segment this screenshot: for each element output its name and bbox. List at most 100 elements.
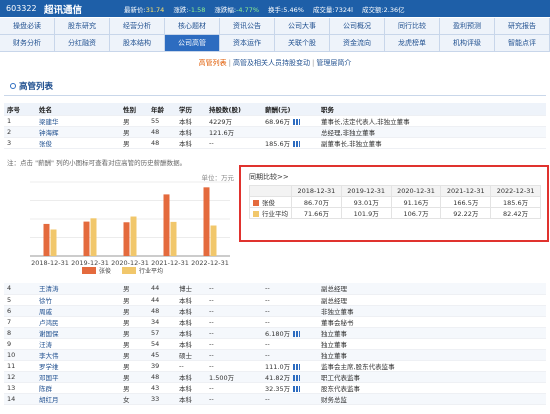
cell-text[interactable]: 胡红月	[39, 396, 59, 404]
bar-industry-avg[interactable]	[90, 218, 97, 256]
nav-tab[interactable]: 核心题材	[165, 18, 220, 35]
table-row: 1 梁建华 男 55 本科 4229万 68.96万 董事长,法定代表人,非独立董事	[4, 115, 546, 127]
cell-text: --	[265, 350, 270, 359]
table-cell: 卢鸿民	[36, 316, 120, 328]
stock-header: 603322 超讯通信 最新价:31.74 涨跌:-1.58 涨跌幅:-4.77% 换…	[0, 0, 550, 17]
cell-text: --	[209, 328, 214, 337]
popup-row: 行业平均 71.66万 101.9万 106.7万 92.22万 82.42万	[249, 207, 541, 219]
cell-text: 5	[7, 295, 12, 304]
salary-history-icon[interactable]	[293, 118, 301, 125]
sub-link[interactable]: 管理层简介	[316, 59, 351, 67]
cell-text[interactable]: 汪涛	[39, 341, 52, 349]
popup-row: 张俊 86.70万 93.01万 91.16万 166.5万 185.6万	[249, 196, 541, 208]
table-cell: 54	[148, 338, 176, 350]
cell-text[interactable]: 王清涛	[39, 285, 59, 293]
nav-tab[interactable]: 龙虎榜单	[385, 35, 440, 52]
table-cell: 7	[4, 316, 36, 328]
table-cell: 48	[148, 137, 176, 149]
quote-value: 31.74	[145, 5, 165, 14]
cell-text: 本科	[179, 373, 192, 382]
cell-text: 11	[7, 361, 16, 370]
table-cell: 男	[120, 283, 148, 295]
table-cell: 39	[148, 360, 176, 372]
quote-value: -1.58	[188, 5, 206, 14]
cell-text: 股东代表监事	[321, 384, 360, 393]
cell-text[interactable]: 邓国平	[39, 374, 59, 382]
cell-text[interactable]: 徐竹	[39, 297, 52, 305]
nav-tab[interactable]: 公司高管	[165, 35, 220, 52]
nav-tab[interactable]: 公司概况	[330, 18, 385, 35]
quote-value: 7324l	[334, 5, 353, 14]
cell-text[interactable]: 谢国保	[39, 330, 59, 338]
cell-text[interactable]: 张俊	[39, 140, 52, 148]
bar-person[interactable]	[203, 187, 210, 256]
table-cell: --	[176, 360, 206, 372]
salary-history-icon[interactable]	[293, 363, 301, 370]
popup-title[interactable]: 同期比较>>	[249, 172, 289, 182]
nav-tab[interactable]: 机构评级	[440, 35, 495, 52]
popup-value-cell: 71.66万	[291, 207, 342, 219]
table-cell: --	[206, 393, 262, 405]
sub-link[interactable]: 高管列表	[199, 59, 227, 67]
bar-industry-avg[interactable]	[130, 216, 137, 256]
nav-tab[interactable]: 研究报告	[495, 18, 550, 35]
bar-industry-avg[interactable]	[170, 221, 177, 256]
nav-tab[interactable]: 公司大事	[275, 18, 330, 35]
cell-text: 本科	[179, 307, 192, 316]
cell-text: --	[265, 394, 270, 403]
nav-tab[interactable]: 智能点评	[495, 35, 550, 52]
bar-person[interactable]	[123, 222, 130, 256]
table-cell: 本科	[176, 115, 206, 127]
nav-tab[interactable]: 盈利预测	[440, 18, 495, 35]
cell-text[interactable]: 罗学维	[39, 363, 59, 371]
table-cell: 121.6万	[206, 126, 262, 138]
nav-tab[interactable]: 操盘必读	[0, 18, 55, 35]
cell-text: 13	[7, 383, 16, 392]
cell-text: 副董事长,非独立董事	[321, 139, 382, 148]
nav-tab[interactable]: 同行比较	[385, 18, 440, 35]
cell-text: 硕士	[179, 351, 192, 360]
cell-text[interactable]: 梁建华	[39, 118, 59, 126]
nav-tab[interactable]: 股本结构	[110, 35, 165, 52]
nav-tab[interactable]: 资金流向	[330, 35, 385, 52]
table-cell: 本科	[176, 338, 206, 350]
table-cell: --	[206, 338, 262, 350]
salary-history-icon[interactable]	[293, 385, 301, 392]
sub-link[interactable]: 高管及相关人员持股变动	[233, 59, 310, 67]
legend-label: 行业平均	[139, 267, 163, 275]
table-cell: 12	[4, 371, 36, 383]
nav-tab[interactable]: 分红融资	[55, 35, 110, 52]
nav-tab[interactable]: 财务分析	[0, 35, 55, 52]
nav-tab[interactable]: 经营分析	[110, 18, 165, 35]
cell-text: 111.0万	[265, 362, 291, 371]
table-cell: 博士	[176, 283, 206, 295]
cell-text: 职工代表监事	[321, 373, 360, 382]
nav-tab[interactable]: 资本运作	[220, 35, 275, 52]
table-cell: 梁建华	[36, 115, 120, 127]
bar-person[interactable]	[83, 221, 90, 256]
table-row: 13 陈群 男 43 本科 -- 32.35万 股东代表监事	[4, 382, 546, 394]
quote-label: 涨跌幅:	[214, 5, 237, 14]
table-cell: 本科	[176, 371, 206, 383]
cell-text[interactable]: 陈群	[39, 385, 52, 393]
nav-tab[interactable]: 资讯公告	[220, 18, 275, 35]
bar-industry-avg[interactable]	[210, 225, 217, 256]
table-cell: 硕士	[176, 349, 206, 361]
salary-history-icon[interactable]	[293, 140, 301, 147]
cell-text[interactable]: 钟海辉	[39, 129, 59, 137]
bar-person[interactable]	[163, 194, 170, 256]
salary-history-icon[interactable]	[293, 374, 301, 381]
legend-label: 张俊	[99, 267, 111, 275]
bar-person[interactable]	[43, 223, 50, 256]
nav-tab[interactable]: 股东研究	[55, 18, 110, 35]
table-cell: 本科	[176, 327, 206, 339]
cell-text[interactable]: 卢鸿民	[39, 319, 59, 327]
nav-tab[interactable]: 关联个股	[275, 35, 330, 52]
popup-value-cell: 93.01万	[340, 196, 392, 208]
cell-text[interactable]: 李大伟	[39, 352, 59, 360]
cell-text[interactable]: 周戚	[39, 308, 52, 316]
bar-industry-avg[interactable]	[50, 229, 57, 256]
cell-text: 41.82万	[265, 373, 291, 382]
salary-history-icon[interactable]	[293, 330, 301, 337]
table-cell: 本科	[176, 126, 206, 138]
